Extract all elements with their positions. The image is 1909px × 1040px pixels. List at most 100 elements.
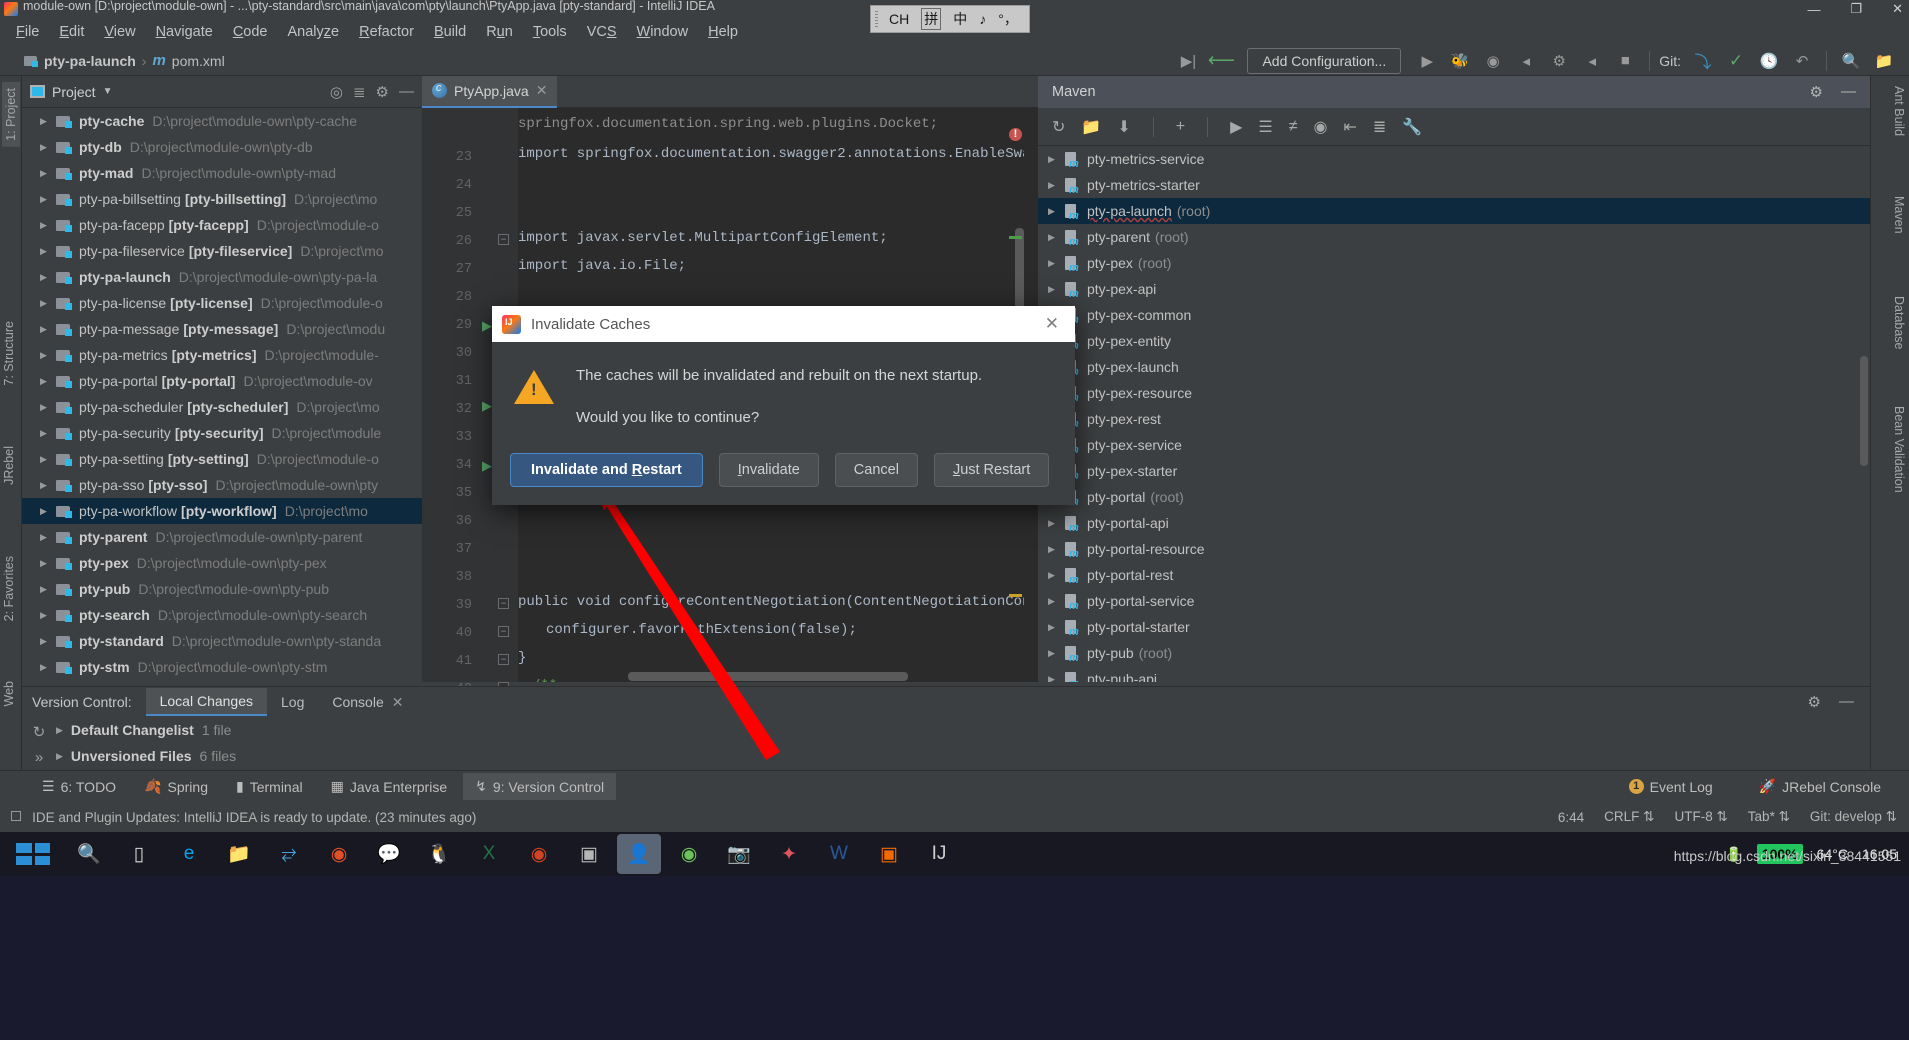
chevron-right-icon[interactable]: ▶ <box>1048 206 1064 217</box>
file-encoding[interactable]: UTF-8 ⇅ <box>1674 809 1727 825</box>
sidebar-item-database[interactable]: Database <box>1892 296 1906 350</box>
vm-icon[interactable]: ▣ <box>567 834 611 874</box>
offline-mode-icon[interactable]: ◉ <box>1314 117 1328 137</box>
chevron-right-icon[interactable]: ▶ <box>1048 622 1064 633</box>
project-structure-icon[interactable]: 📁 <box>1869 48 1899 74</box>
project-tree-row[interactable]: ▶ pty-pa-message [pty-message] D:\project\m… <box>22 316 422 342</box>
maximize-button[interactable]: ❐ <box>1850 1 1862 17</box>
tab-console[interactable]: Console <box>318 689 397 715</box>
expand-icon[interactable]: » <box>22 749 56 766</box>
project-tree-row[interactable]: ▶ pty-pa-portal [pty-portal] D:\project\mod… <box>22 368 422 394</box>
chevron-right-icon[interactable]: ▶ <box>40 194 56 205</box>
add-maven-project-icon[interactable]: + <box>1176 118 1185 136</box>
project-tree-row[interactable]: ▶ pty-db D:\project\module-own\pty-db <box>22 134 422 160</box>
chevron-right-icon[interactable]: ▶ <box>1048 648 1064 659</box>
file-explorer-icon[interactable]: 📁 <box>217 834 261 874</box>
chrome-icon[interactable]: ◉ <box>317 834 361 874</box>
menu-window[interactable]: Window <box>627 21 699 43</box>
chevron-right-icon[interactable]: ▶ <box>40 324 56 335</box>
run-gutter-icon[interactable]: ▶ <box>482 318 492 334</box>
tab-log[interactable]: Log <box>267 689 318 715</box>
menu-refactor[interactable]: Refactor <box>349 21 424 43</box>
intellij-taskbar-icon[interactable]: IJ <box>917 834 961 874</box>
chevron-right-icon[interactable]: ▶ <box>1048 284 1064 295</box>
chevron-right-icon[interactable]: ▶ <box>56 725 63 736</box>
maven-tree-row[interactable]: pty-pex-common <box>1038 302 1870 328</box>
close-icon[interactable]: ✕ <box>392 694 404 711</box>
error-marker-icon[interactable]: ! <box>1009 128 1022 141</box>
maven-tree-row[interactable]: ▶ pty-metrics-starter <box>1038 172 1870 198</box>
toggle-skip-tests-icon[interactable]: ≠ <box>1289 118 1298 136</box>
project-tree-row[interactable]: ▶ pty-pex D:\project\module-own\pty-pex <box>22 550 422 576</box>
make-project-icon[interactable]: ⟵ <box>1206 48 1236 74</box>
app2-icon[interactable]: ◉ <box>667 834 711 874</box>
menu-navigate[interactable]: Navigate <box>146 21 223 43</box>
execute-goal-icon[interactable]: ☰ <box>1258 117 1272 137</box>
profile-icon[interactable]: ◂ <box>1511 48 1541 74</box>
chevron-right-icon[interactable]: ▶ <box>40 116 56 127</box>
fold-icon[interactable]: − <box>498 234 509 245</box>
menu-vcs[interactable]: VCS <box>577 21 627 43</box>
run-with-coverage-icon[interactable]: ◉ <box>1478 48 1508 74</box>
close-icon[interactable]: ✕ <box>536 82 548 99</box>
chevron-right-icon[interactable]: ▶ <box>1048 154 1064 165</box>
navicat-icon[interactable]: ◉ <box>517 834 561 874</box>
project-tree[interactable]: ▶ pty-cache D:\project\module-own\pty-cach… <box>22 108 422 682</box>
app3-icon[interactable]: 📷 <box>717 834 761 874</box>
chevron-right-icon[interactable]: ▶ <box>40 402 56 413</box>
git-branch[interactable]: Git: develop ⇅ <box>1810 809 1897 825</box>
chevron-right-icon[interactable]: ▶ <box>1048 544 1064 555</box>
status-message[interactable]: IDE and Plugin Updates: IntelliJ IDEA is… <box>32 810 476 825</box>
editor-tab-ptyapp[interactable]: PtyApp.java ✕ <box>422 75 558 108</box>
changelist-row[interactable]: ▶ Default Changelist 1 file <box>56 717 1870 743</box>
chevron-right-icon[interactable]: ▶ <box>40 662 56 673</box>
generate-sources-icon[interactable]: 📁 <box>1081 117 1101 137</box>
menu-code[interactable]: Code <box>223 21 278 43</box>
maven-tree-row[interactable]: ▶ pty-portal-rest <box>1038 562 1870 588</box>
fold-icon[interactable]: − <box>498 654 509 665</box>
indent-setting[interactable]: Tab* ⇅ <box>1748 809 1790 825</box>
hide-icon[interactable]: — <box>1841 83 1856 101</box>
build-icon[interactable]: ▶| <box>1173 48 1203 74</box>
maven-tree[interactable]: ▶ pty-metrics-service ▶ pty-metrics-starter… <box>1038 146 1870 682</box>
project-tree-row[interactable]: ▶ pty-pa-sso [pty-sso] D:\project\module-ow… <box>22 472 422 498</box>
maven-tree-row[interactable]: pty-pex-service <box>1038 432 1870 458</box>
invalidate-button[interactable]: Invalidate <box>718 453 819 487</box>
caret-position[interactable]: 6:44 <box>1558 810 1584 825</box>
chevron-right-icon[interactable]: ▶ <box>1048 232 1064 243</box>
chevron-right-icon[interactable]: ▶ <box>56 751 63 762</box>
chevron-right-icon[interactable]: ▶ <box>40 220 56 231</box>
hide-icon[interactable]: — <box>399 83 414 100</box>
run-icon[interactable]: ▶ <box>1230 117 1242 137</box>
menu-file[interactable]: File <box>6 21 49 43</box>
ime-music-icon[interactable]: ♪ <box>979 11 986 27</box>
menu-tools[interactable]: Tools <box>523 21 577 43</box>
maven-tree-row[interactable]: ▶ pty-pa-launch(root) <box>1038 198 1870 224</box>
sidebar-item-maven[interactable]: Maven <box>1892 196 1906 234</box>
run-gutter-icon[interactable]: ▶ <box>482 458 492 474</box>
task-view-icon[interactable]: ▯ <box>117 834 161 874</box>
chevron-right-icon[interactable]: ▶ <box>40 428 56 439</box>
close-icon[interactable]: ✕ <box>1039 314 1065 334</box>
add-configuration-button[interactable]: Add Configuration... <box>1247 47 1402 74</box>
project-tree-row[interactable]: ▶ pty-pa-security [pty-security] D:\project… <box>22 420 422 446</box>
just-restart-button[interactable]: Just Restart <box>933 453 1050 487</box>
chevron-right-icon[interactable]: ▶ <box>40 272 56 283</box>
project-tree-row[interactable]: ▶ pty-search D:\project\module-own\pty-sea… <box>22 602 422 628</box>
chevron-right-icon[interactable]: ▶ <box>40 376 56 387</box>
stop-icon[interactable]: ■ <box>1610 48 1640 74</box>
breadcrumb-file[interactable]: pom.xml <box>172 53 225 69</box>
run-icon[interactable]: ▶ <box>1412 48 1442 74</box>
settings-icon[interactable]: ⚙ <box>376 83 389 101</box>
maven-tree-row[interactable]: ▶ pty-portal-api <box>1038 510 1870 536</box>
wrench-icon[interactable]: 🔧 <box>1402 117 1422 137</box>
tab-local-changes[interactable]: Local Changes <box>145 688 268 716</box>
sidebar-item-ant-build[interactable]: Ant Build <box>1892 86 1906 136</box>
menu-view[interactable]: View <box>94 21 145 43</box>
wechat-icon[interactable]: 💬 <box>367 834 411 874</box>
search-everywhere-icon[interactable]: 🔍 <box>1836 48 1866 74</box>
app5-icon[interactable]: ▣ <box>867 834 911 874</box>
cancel-button[interactable]: Cancel <box>834 453 918 487</box>
menu-run[interactable]: Run <box>476 21 523 43</box>
maven-tree-row[interactable]: ▶ pty-parent(root) <box>1038 224 1870 250</box>
